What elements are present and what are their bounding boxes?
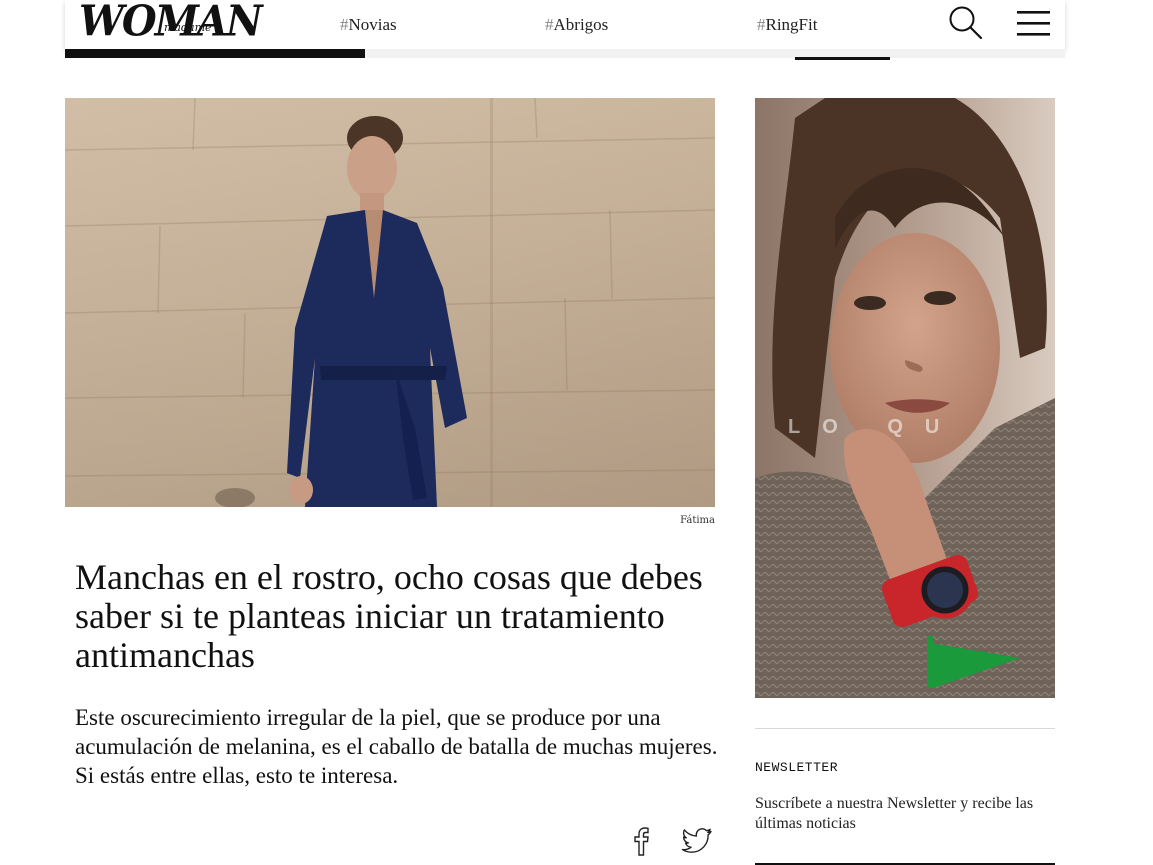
- facebook-icon: [634, 827, 649, 856]
- twitter-icon: [681, 828, 712, 853]
- site-header: WOMAN madame #Novias #Abrigos #RingFit: [65, 0, 1065, 49]
- hash-symbol: #: [545, 15, 554, 34]
- sidebar-divider: [755, 728, 1055, 729]
- search-button[interactable]: [948, 4, 984, 46]
- site-logo[interactable]: WOMAN madame: [79, 0, 263, 46]
- nav-label: Novias: [348, 15, 397, 34]
- newsletter-heading: NEWSLETTER: [755, 760, 839, 775]
- nav-link-novias[interactable]: #Novias: [340, 15, 397, 35]
- hash-symbol: #: [757, 15, 766, 34]
- facebook-share-button[interactable]: [630, 825, 654, 861]
- twitter-share-button[interactable]: [681, 826, 713, 858]
- nav-link-abrigos[interactable]: #Abrigos: [545, 15, 608, 35]
- reading-progress-fill: [65, 49, 365, 58]
- nav-link-ringfit[interactable]: #RingFit: [757, 15, 817, 35]
- nav-label: Abrigos: [553, 15, 609, 34]
- image-credit: Fátima: [680, 515, 715, 526]
- article-headline: Manchas en el rostro, ocho cosas que deb…: [75, 557, 703, 675]
- reading-progress-bar: [65, 49, 1065, 58]
- article-hero-image: [65, 98, 715, 507]
- hero-photo: [65, 98, 715, 507]
- sidebar-advertisement[interactable]: LO QU: [755, 98, 1055, 698]
- search-icon: [949, 6, 983, 40]
- ad-photo: [755, 98, 1055, 698]
- newsletter-description: Suscríbete a nuestra Newsletter y recibe…: [755, 795, 1034, 832]
- nav-label: RingFit: [765, 15, 818, 34]
- menu-button[interactable]: [1017, 10, 1051, 42]
- logo-subtitle: madame: [164, 21, 212, 34]
- hash-symbol: #: [340, 15, 349, 34]
- ad-overlay-text: LO QU: [788, 416, 962, 438]
- article-summary: Este oscurecimiento irregular de la piel…: [75, 705, 718, 788]
- section-indicator: [795, 57, 890, 60]
- menu-icon: [1017, 11, 1050, 36]
